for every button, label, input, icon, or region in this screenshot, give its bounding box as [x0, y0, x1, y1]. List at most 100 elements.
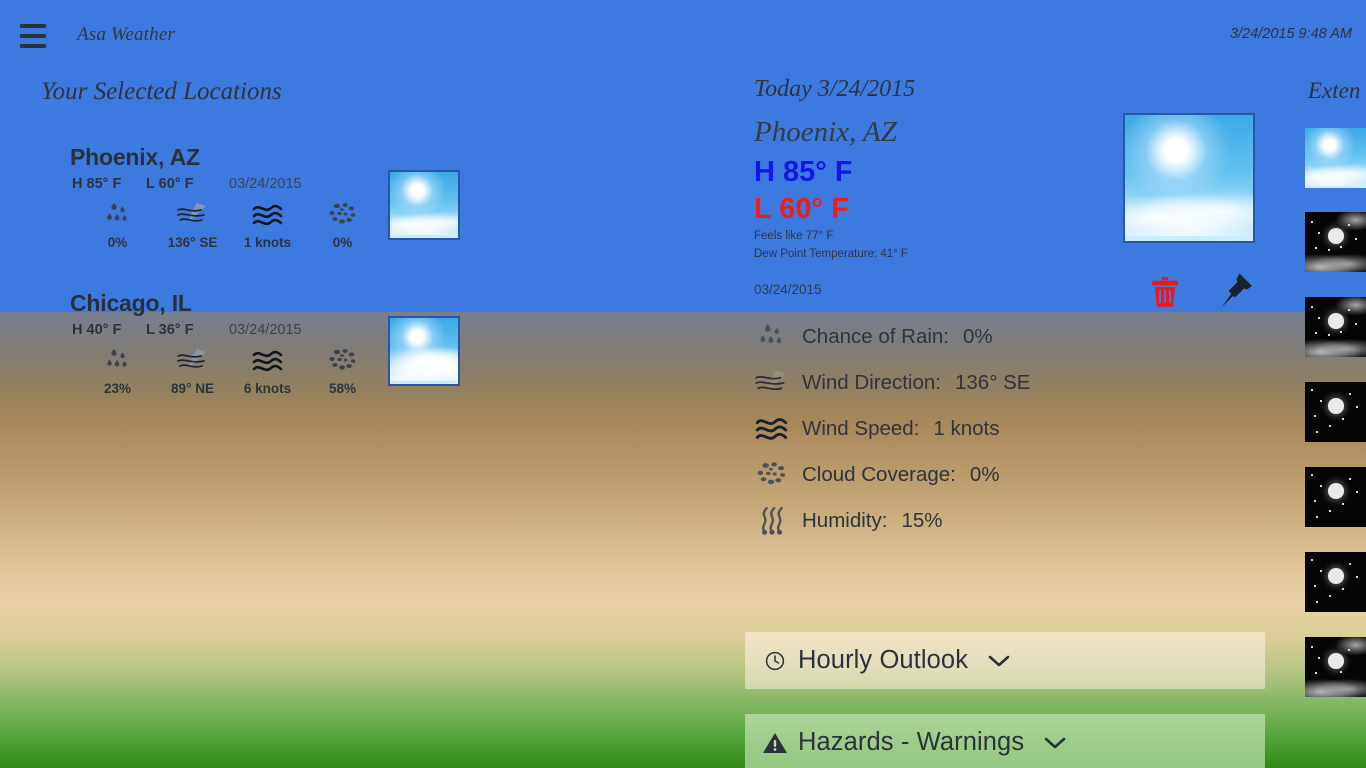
cloud-shape	[1305, 336, 1366, 357]
hamburger-bar	[20, 44, 46, 48]
moon-icon	[1328, 653, 1345, 669]
star-icon	[1347, 649, 1350, 651]
location-metrics: 0% 136° SE 1 knots 0%	[80, 198, 380, 256]
location-high: H 85° F	[72, 176, 122, 192]
moon-icon	[1328, 228, 1345, 244]
metric-value: 58%	[328, 381, 357, 396]
star-icon	[1348, 562, 1351, 565]
detail-row-value: 1 knots	[933, 417, 1000, 440]
star-icon	[1311, 221, 1314, 223]
detail-row-label: Chance of Rain:	[802, 325, 950, 348]
star-icon	[1341, 588, 1344, 590]
extended-forecast-panel: Exten	[1300, 66, 1366, 766]
selected-locations-panel: Your Selected Locations Phoenix, AZ H 85…	[0, 66, 700, 766]
location-condition-image	[388, 170, 460, 240]
detail-row-wind-speed: Wind Speed: 1 knots	[750, 406, 1280, 452]
location-name: Phoenix, AZ	[70, 144, 200, 170]
extended-forecast-thumbnail[interactable]	[1305, 212, 1366, 272]
detail-row-value: 136° SE	[955, 371, 1031, 394]
star-icon	[1311, 474, 1314, 477]
star-icon	[1311, 306, 1314, 308]
rain-drops-icon	[80, 344, 155, 378]
cloud-coverage-icon	[305, 344, 380, 378]
detail-row-value: 15%	[901, 509, 943, 532]
extended-forecast-thumbnail[interactable]	[1305, 128, 1366, 188]
location-card[interactable]: Chicago, IL H 40° F L 36° F 03/24/2015 2…	[60, 290, 490, 435]
detail-city-name: Phoenix, AZ	[754, 116, 897, 148]
hourly-outlook-label: Hourly Outlook	[798, 646, 969, 674]
star-icon	[1347, 309, 1350, 311]
today-detail-panel: Today 3/24/2015 Phoenix, AZ H 85° F L 60…	[745, 66, 1285, 768]
clock-icon	[752, 649, 798, 673]
star-icon	[1313, 585, 1316, 587]
app-title: Asa Weather	[77, 24, 176, 45]
star-icon	[1356, 406, 1359, 408]
trash-icon[interactable]	[1145, 271, 1185, 311]
detail-row-humidity: Humidity: 15%	[750, 498, 1280, 544]
detail-row-label: Humidity:	[802, 509, 888, 532]
moon-icon	[1328, 313, 1345, 329]
location-name: Chicago, IL	[70, 290, 192, 316]
star-icon	[1340, 670, 1343, 673]
hazards-warnings-label: Hazards - Warnings	[798, 728, 1025, 756]
detail-row-label: Cloud Coverage:	[802, 463, 956, 486]
metric-chance-of-rain: 23%	[80, 344, 155, 396]
humidity-icon	[750, 504, 794, 538]
chevron-down-icon[interactable]	[986, 651, 1012, 671]
star-icon	[1315, 516, 1318, 519]
wind-direction-icon	[750, 366, 794, 400]
extended-forecast-thumbnail[interactable]	[1305, 382, 1366, 442]
location-card[interactable]: Phoenix, AZ H 85° F L 60° F 03/24/2015 0…	[60, 144, 490, 289]
star-icon	[1341, 418, 1344, 420]
hamburger-icon[interactable]	[20, 24, 46, 48]
star-icon	[1329, 595, 1332, 598]
cloud-coverage-icon	[305, 198, 380, 232]
star-icon	[1319, 485, 1322, 487]
extended-forecast-thumbnail[interactable]	[1305, 297, 1366, 357]
extended-forecast-thumbnail[interactable]	[1305, 467, 1366, 527]
star-icon	[1356, 491, 1359, 493]
hazards-warnings-accordion[interactable]: Hazards - Warnings	[745, 714, 1265, 768]
metric-value: 0%	[332, 235, 353, 250]
star-icon	[1355, 323, 1358, 326]
hamburger-bar	[20, 24, 46, 28]
star-icon	[1356, 576, 1359, 578]
detail-metrics-list: Chance of Rain: 0% Wind Direction: 136° …	[750, 314, 1280, 544]
extended-forecast-thumbnail[interactable]	[1305, 552, 1366, 612]
detail-row-label: Wind Speed:	[802, 417, 920, 440]
cloud-shape	[1305, 251, 1366, 272]
feels-like-text: Feels like 77° F	[754, 230, 834, 242]
pushpin-icon[interactable]	[1215, 268, 1257, 312]
star-icon	[1347, 224, 1350, 226]
location-metrics: 23% 89° NE 6 knots 58%	[80, 344, 380, 402]
rain-drops-icon	[750, 320, 794, 354]
chevron-down-icon[interactable]	[1042, 733, 1068, 753]
star-icon	[1318, 657, 1321, 660]
extended-forecast-thumbnail[interactable]	[1305, 637, 1366, 697]
detail-row-wind-direction: Wind Direction: 136° SE	[750, 360, 1280, 406]
cloud-shape	[1305, 676, 1366, 697]
wind-direction-icon	[155, 198, 230, 232]
extended-forecast-heading: Exten	[1308, 78, 1361, 103]
top-app-bar: Asa Weather 3/24/2015 9:48 AM	[0, 0, 1366, 72]
star-icon	[1329, 425, 1332, 428]
star-icon	[1318, 317, 1321, 320]
hourly-outlook-accordion[interactable]: Hourly Outlook	[745, 632, 1265, 689]
metric-cloud-coverage: 58%	[305, 344, 380, 396]
star-icon	[1319, 400, 1322, 402]
detail-row-chance-of-rain: Chance of Rain: 0%	[750, 314, 1280, 360]
star-icon	[1319, 570, 1322, 572]
star-icon	[1348, 392, 1351, 395]
location-low: L 60° F	[146, 176, 194, 192]
metric-value: 89° NE	[171, 381, 214, 396]
metric-value: 0%	[107, 235, 128, 250]
moon-icon	[1328, 398, 1345, 414]
detail-row-value: 0%	[969, 463, 1000, 486]
wind-speed-icon	[750, 412, 794, 446]
star-icon	[1315, 431, 1318, 434]
star-icon	[1311, 646, 1314, 648]
location-low: L 36° F	[146, 322, 194, 338]
moon-icon	[1328, 568, 1345, 584]
metric-value: 23%	[103, 381, 132, 396]
detail-low-temp: L 60° F	[754, 193, 849, 225]
